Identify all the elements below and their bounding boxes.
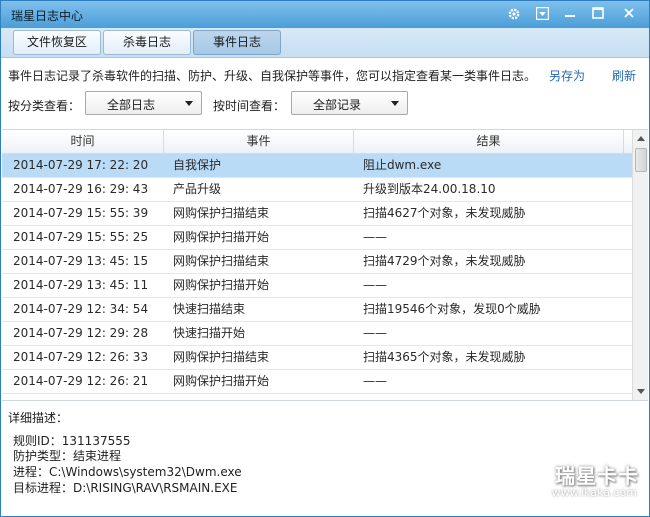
time-filter-label: 按时间查看：	[213, 99, 286, 113]
ikaka-watermark-logo: 瑞星卡卡 www.ikaka.com	[521, 460, 639, 504]
tab-bar: 文件恢复区 杀毒日志 事件日志	[1, 28, 649, 58]
cell-time: 2014-07-29 17: 22: 20	[13, 158, 149, 172]
event-log-table: 时间 事件 结果 2014-07-29 17: 22: 20 自我保护 阻止dwm.…	[2, 129, 648, 401]
cell-time: 2014-07-29 12: 26: 21	[13, 374, 149, 388]
cell-result: ——	[363, 230, 387, 244]
refresh-link[interactable]: 刷新	[612, 67, 636, 84]
time-dropdown-value: 全部记录	[312, 98, 361, 112]
chevron-down-icon	[185, 101, 193, 106]
cell-time: 2014-07-29 12: 26: 33	[13, 350, 149, 364]
tab-event-log[interactable]: 事件日志	[193, 30, 281, 55]
tab-file-recovery[interactable]: 文件恢复区	[13, 30, 101, 55]
scroll-up-icon[interactable]	[634, 131, 648, 147]
log-center-window: 瑞星日志中心 文件恢复区 杀毒日志 事件日志 事件日志记录了杀毒软件的扫描、防护…	[0, 0, 650, 517]
cell-time: 2014-07-29 13: 45: 15	[13, 254, 149, 268]
table-row[interactable]: 2014-07-29 13: 45: 11 网购保护扫描开始 ——	[2, 274, 632, 298]
cell-result: 阻止dwm.exe	[363, 158, 442, 172]
watermark-url: www.ikaka.com	[551, 486, 637, 499]
table-row[interactable]: 2014-07-29 12: 29: 28 快速扫描开始 ——	[2, 322, 632, 346]
chevron-down-icon	[391, 101, 399, 106]
watermark-brand: 瑞星卡卡	[555, 464, 639, 488]
cell-event: 网购保护扫描开始	[173, 230, 270, 244]
settings-icon[interactable]	[504, 5, 524, 23]
category-dropdown[interactable]: 全部日志	[85, 91, 202, 115]
maximize-icon[interactable]	[588, 5, 608, 23]
table-row[interactable]: 2014-07-29 12: 26: 21 网购保护扫描开始 ——	[2, 370, 632, 394]
title-bar: 瑞星日志中心	[1, 1, 649, 28]
table-row[interactable]: 2014-07-29 12: 34: 54 快速扫描结束 扫描19546个对象，发现…	[2, 298, 632, 322]
detail-title: 详细描述：	[8, 411, 69, 425]
cell-event: 网购保护扫描结束	[173, 350, 270, 364]
category-filter-label: 按分类查看：	[8, 99, 81, 113]
minimize-icon[interactable]	[560, 5, 580, 23]
detail-protection-type: 防护类型：结束进程	[13, 449, 122, 463]
column-header-time[interactable]: 时间	[2, 130, 164, 154]
window-title: 瑞星日志中心	[11, 9, 84, 23]
save-as-link[interactable]: 另存为	[549, 67, 585, 84]
close-icon[interactable]	[619, 5, 639, 23]
cell-time: 2014-07-29 12: 29: 28	[13, 326, 149, 340]
category-dropdown-value: 全部日志	[106, 98, 155, 112]
time-dropdown[interactable]: 全部记录	[291, 91, 408, 115]
cell-result: 扫描4627个对象，未发现威胁	[363, 206, 526, 220]
cell-event: 网购保护扫描开始	[173, 278, 270, 292]
dropdown-menu-icon[interactable]	[532, 5, 552, 23]
cell-event: 网购保护扫描开始	[173, 374, 270, 388]
cell-result: ——	[363, 374, 387, 388]
scroll-down-icon[interactable]	[634, 383, 648, 399]
table-row[interactable]: 2014-07-29 15: 55: 25 网购保护扫描开始 ——	[2, 226, 632, 250]
detail-target-process: 目标进程：D:\RISING\RAV\RSMAIN.EXE	[13, 481, 238, 495]
table-row[interactable]: 2014-07-29 16: 29: 43 产品升级 升级到版本24.00.18.1…	[2, 178, 632, 202]
cell-event: 快速扫描结束	[173, 302, 246, 316]
column-header-event[interactable]: 事件	[164, 130, 354, 154]
cell-event: 网购保护扫描结束	[173, 206, 270, 220]
column-header-result[interactable]: 结果	[354, 130, 624, 154]
table-row[interactable]: 2014-07-29 12: 26: 33 网购保护扫描结束 扫描4365个对象，未…	[2, 346, 632, 370]
cell-time: 2014-07-29 12: 34: 54	[13, 302, 149, 316]
cell-time: 2014-07-29 15: 55: 25	[13, 230, 149, 244]
scrollbar-thumb[interactable]	[635, 148, 647, 172]
table-body: 2014-07-29 17: 22: 20 自我保护 阻止dwm.exe 2014-0…	[2, 154, 632, 394]
cell-result: ——	[363, 278, 387, 292]
cell-time: 2014-07-29 16: 29: 43	[13, 182, 149, 196]
tab-scan-log[interactable]: 杀毒日志	[103, 30, 191, 55]
cell-event: 快速扫描开始	[173, 326, 246, 340]
table-row[interactable]: 2014-07-29 15: 55: 39 网购保护扫描结束 扫描4627个对象，未…	[2, 202, 632, 226]
event-log-description: 事件日志记录了杀毒软件的扫描、防护、升级、自我保护等事件，您可以指定查看某一类事…	[8, 69, 537, 83]
table-row[interactable]: 2014-07-29 17: 22: 20 自我保护 阻止dwm.exe	[2, 154, 632, 178]
cell-result: 升级到版本24.00.18.10	[363, 182, 496, 196]
cell-time: 2014-07-29 13: 45: 11	[13, 278, 149, 292]
table-header: 时间 事件 结果	[2, 130, 632, 154]
table-scrollbar[interactable]	[632, 130, 648, 400]
cell-result: 扫描4729个对象，未发现威胁	[363, 254, 526, 268]
cell-result: 扫描19546个对象，发现0个威胁	[363, 302, 541, 316]
cell-time: 2014-07-29 15: 55: 39	[13, 206, 149, 220]
detail-process: 进程：C:\Windows\system32\Dwm.exe	[13, 465, 242, 479]
cell-event: 自我保护	[173, 158, 222, 172]
cell-event: 网购保护扫描结束	[173, 254, 270, 268]
cell-event: 产品升级	[173, 182, 222, 196]
table-row[interactable]: 2014-07-29 13: 45: 15 网购保护扫描结束 扫描4729个对象，未…	[2, 250, 632, 274]
cell-result: ——	[363, 326, 387, 340]
cell-result: 扫描4365个对象，未发现威胁	[363, 350, 526, 364]
